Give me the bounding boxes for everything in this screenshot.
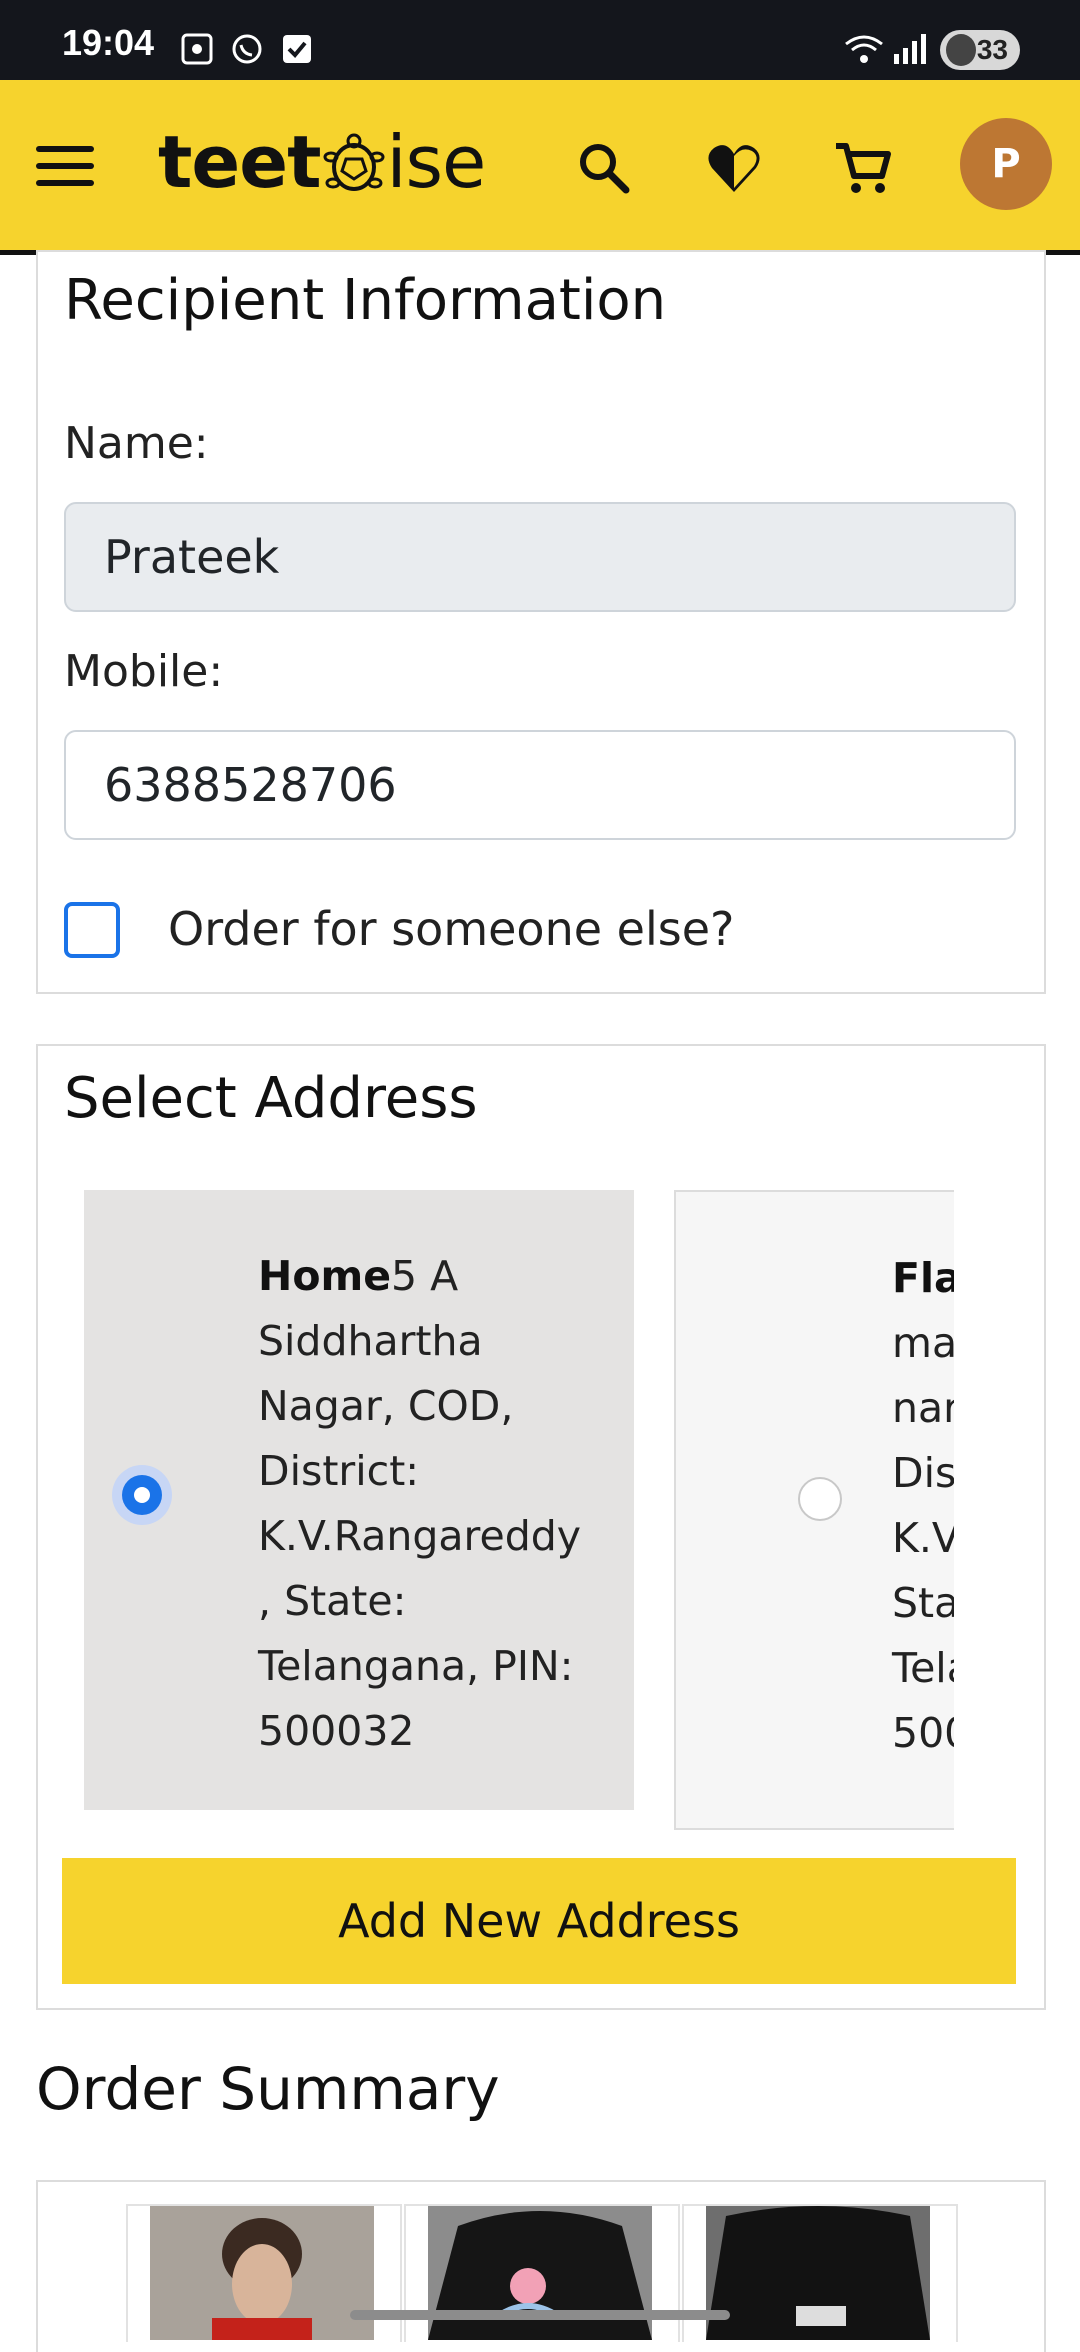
wishlist-heart-icon[interactable]: [704, 138, 764, 198]
screenshot-icon: [181, 33, 213, 65]
address-radio-unselected[interactable]: [798, 1477, 842, 1521]
address-option-home[interactable]: Home5 A Siddhartha Nagar, COD, District:…: [84, 1190, 634, 1810]
battery-saver-icon: [946, 34, 976, 66]
order-summary-title: Order Summary: [36, 2055, 500, 2123]
product-image[interactable]: [706, 2206, 930, 2340]
site-logo[interactable]: teet ise: [158, 120, 487, 204]
gesture-home-bar[interactable]: [350, 2310, 730, 2320]
order-for-someone-else-checkbox[interactable]: [64, 902, 120, 958]
address-line: Dis: [892, 1449, 954, 1497]
mobile-field[interactable]: 6388528706: [64, 730, 1016, 840]
address-line: K.V.: [892, 1514, 954, 1562]
product-image[interactable]: [150, 2206, 374, 2340]
cart-icon[interactable]: [832, 138, 892, 198]
signal-icon: [894, 34, 926, 64]
address-option-second[interactable]: Fla mar nar Dis K.V. Sta Tela 500: [674, 1190, 954, 1830]
address-carousel[interactable]: Home5 A Siddhartha Nagar, COD, District:…: [84, 1190, 954, 1840]
address-radio-selected[interactable]: [112, 1465, 172, 1525]
address-detail-home: 5 A Siddhartha Nagar, COD, District: K.V…: [258, 1252, 582, 1755]
name-label: Name:: [64, 418, 209, 469]
status-time: 19:04: [62, 22, 155, 63]
site-header: teet ise P: [0, 80, 1080, 255]
logo-text-start: teet: [158, 120, 321, 204]
product-photo-model: [150, 2206, 374, 2340]
battery-indicator: 33: [940, 30, 1020, 70]
add-new-address-button[interactable]: Add New Address: [62, 1858, 1016, 1984]
address-line: Sta: [892, 1579, 954, 1627]
address-title: Select Address: [64, 1066, 478, 1131]
recipient-info-card: Recipient Information Name: Prateek Mobi…: [36, 250, 1046, 994]
address-line: mar: [892, 1319, 954, 1367]
logo-text-end: ise: [386, 120, 487, 204]
menu-icon[interactable]: [36, 146, 94, 186]
turtle-logo-icon: [323, 133, 384, 191]
address-line: 500: [892, 1709, 954, 1757]
status-bar: 19:04 33: [0, 0, 1080, 80]
whatsapp-icon: [232, 34, 262, 64]
address-type-second: Fla: [892, 1254, 954, 1302]
address-text-home: Home5 A Siddhartha Nagar, COD, District:…: [258, 1244, 588, 1764]
address-line: Tela: [892, 1644, 954, 1692]
user-avatar[interactable]: P: [960, 118, 1052, 210]
search-icon[interactable]: [574, 138, 634, 198]
address-line: nar: [892, 1384, 954, 1432]
wifi-icon: [845, 35, 883, 63]
mobile-label: Mobile:: [64, 646, 224, 697]
address-type-home: Home: [258, 1252, 392, 1300]
checkbox-notification-icon: [283, 35, 311, 63]
name-field[interactable]: Prateek: [64, 502, 1016, 612]
order-for-someone-else-label: Order for someone else?: [168, 902, 735, 956]
product-photo-black-tee-music: [706, 2206, 930, 2340]
recipient-title: Recipient Information: [64, 268, 667, 333]
battery-level: 33: [976, 34, 1008, 65]
address-text-second: Fla mar nar Dis K.V. Sta Tela 500: [892, 1246, 954, 1766]
